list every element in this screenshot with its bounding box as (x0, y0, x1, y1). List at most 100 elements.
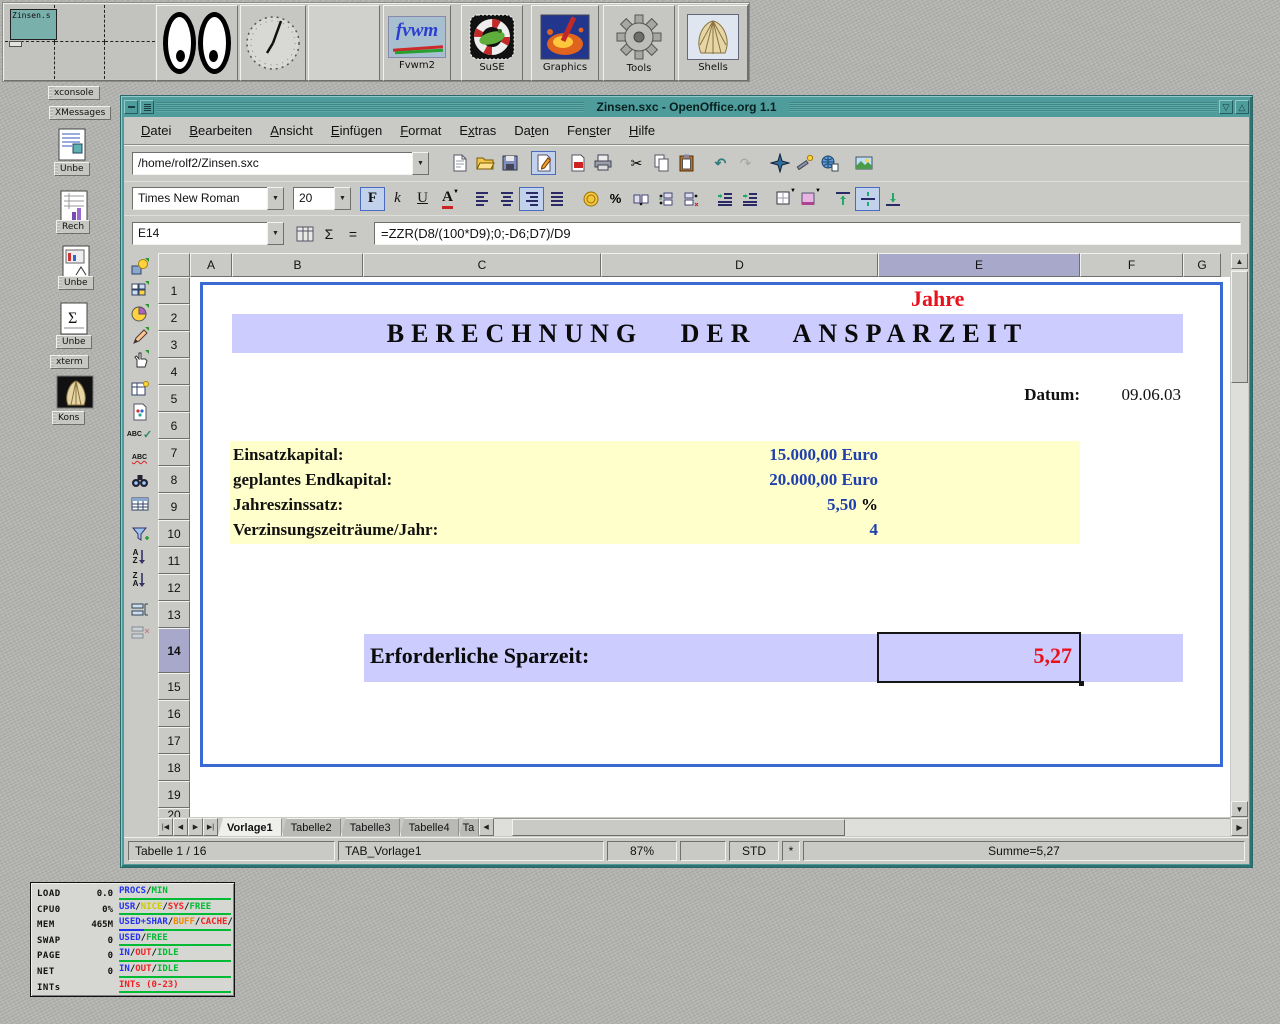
horizontal-scroll-thumb[interactable] (512, 819, 845, 836)
pager-desk-2[interactable] (55, 5, 105, 42)
next-sheet-button[interactable]: ▶ (188, 818, 203, 836)
decrease-indent-button[interactable] (712, 187, 737, 211)
font-size-dropdown[interactable]: ▼ (334, 187, 351, 210)
row-header-20[interactable]: 20 (158, 808, 190, 817)
tab-scroll-left-button[interactable]: ◀ (479, 818, 494, 836)
sheet-tab-Tabelle4[interactable]: Tabelle4 (400, 818, 459, 836)
name-box[interactable]: E14 ▼ (132, 222, 284, 245)
row-header-6[interactable]: 6 (158, 412, 190, 439)
row-header-10[interactable]: 10 (158, 520, 190, 547)
open-button[interactable] (472, 151, 497, 175)
sort-descending-button[interactable]: ZA (128, 568, 152, 591)
borders-button[interactable]: ▼ (771, 187, 796, 211)
xconsole-label[interactable]: xconsole (48, 86, 100, 100)
form-controls-button[interactable] (128, 347, 152, 370)
undo-button[interactable]: ↶ (708, 151, 733, 175)
row-header-14[interactable]: 14 (158, 628, 190, 673)
launcher-suse[interactable]: SuSE (461, 5, 523, 81)
titlebar[interactable]: Zinsen.sxc - OpenOffice.org 1.1 ▽ △ (124, 99, 1249, 115)
font-size-field[interactable]: 20 (293, 187, 334, 210)
group-button[interactable] (128, 598, 152, 621)
impress-doc-icon[interactable] (62, 245, 92, 279)
maximize-button[interactable]: △ (1235, 100, 1249, 114)
navigator-button[interactable] (767, 151, 792, 175)
font-color-button[interactable]: A▼ (435, 187, 460, 211)
delete-decimal-button[interactable] (678, 187, 703, 211)
result-unit-cell[interactable]: Jahre (911, 286, 964, 312)
konsole-label[interactable]: Kons (52, 411, 85, 425)
themes-button[interactable] (128, 400, 152, 423)
selection-handle[interactable] (1079, 681, 1084, 686)
ungroup-button[interactable] (128, 621, 152, 644)
vertical-scroll-thumb[interactable] (1231, 271, 1248, 383)
number-format-standard-button[interactable] (628, 187, 653, 211)
column-header-A[interactable]: A (190, 253, 232, 277)
pager-desk-5[interactable] (55, 42, 105, 79)
row-header-13[interactable]: 13 (158, 601, 190, 628)
paste-button[interactable] (674, 151, 699, 175)
align-middle-button[interactable] (855, 187, 880, 211)
status-cell-2[interactable]: 87% (607, 841, 677, 861)
sum-button[interactable]: Σ (317, 223, 341, 245)
row-header-7[interactable]: 7 (158, 439, 190, 466)
last-sheet-button[interactable]: ▶| (203, 818, 218, 836)
menu-format[interactable]: Format (391, 120, 450, 141)
row-header-12[interactable]: 12 (158, 574, 190, 601)
draw-functions-button[interactable] (128, 324, 152, 347)
row-header-4[interactable]: 4 (158, 358, 190, 385)
first-sheet-button[interactable]: |◀ (158, 818, 173, 836)
save-button[interactable] (497, 151, 522, 175)
cut-button[interactable]: ✂ (624, 151, 649, 175)
menu-fenster[interactable]: Fenster (558, 120, 620, 141)
column-header-D[interactable]: D (601, 253, 878, 277)
underline-button[interactable]: U (410, 187, 435, 211)
file-url-field[interactable]: /home/rolf2/Zinsen.sxc (132, 152, 412, 175)
sheet-tab-Ta[interactable]: Ta (459, 818, 479, 836)
writer-doc-icon[interactable] (58, 128, 88, 162)
row-header-1[interactable]: 1 (158, 277, 190, 304)
row-header-16[interactable]: 16 (158, 700, 190, 727)
status-cell-3[interactable] (680, 841, 726, 861)
prev-sheet-button[interactable]: ◀ (173, 818, 188, 836)
calc-doc-label[interactable]: Rech (56, 220, 90, 234)
number-format-percent-button[interactable]: % (603, 187, 628, 211)
justify-button[interactable] (544, 187, 569, 211)
add-decimal-button[interactable] (653, 187, 678, 211)
spellcheck-button[interactable]: ABC✓ (128, 423, 152, 446)
align-right-button[interactable] (519, 187, 544, 211)
konsole-icon[interactable] (56, 375, 94, 409)
xterm-label[interactable]: xterm (50, 355, 89, 369)
insert-object-button[interactable] (128, 301, 152, 324)
row-header-9[interactable]: 9 (158, 493, 190, 520)
print-button[interactable] (590, 151, 615, 175)
launcher-fvwm2[interactable]: fvwm Fvwm2 (383, 5, 451, 81)
stylist-button[interactable] (792, 151, 817, 175)
cell-reference-field[interactable]: E14 (132, 222, 267, 245)
window-sticky-button[interactable] (140, 100, 154, 114)
input-row-0[interactable]: Einsatzkapital:15.000,00 Euro (230, 444, 1080, 469)
align-bottom-button[interactable] (880, 187, 905, 211)
writer-doc-label[interactable]: Unbe (54, 162, 90, 176)
sheet-tab-Tabelle2[interactable]: Tabelle2 (282, 818, 341, 836)
font-size-combo[interactable]: 20 ▼ (293, 187, 351, 210)
menu-daten[interactable]: Daten (505, 120, 558, 141)
launcher-tools[interactable]: Tools (603, 5, 675, 81)
row-header-5[interactable]: 5 (158, 385, 190, 412)
function-button[interactable]: = (341, 223, 365, 245)
scroll-up-button[interactable]: ▲ (1231, 253, 1248, 269)
autoformat-button[interactable] (128, 377, 152, 400)
input-area[interactable]: Einsatzkapital:15.000,00 Eurogeplantes E… (230, 441, 1080, 544)
function-wizard-button[interactable] (293, 223, 317, 245)
row-header-19[interactable]: 19 (158, 781, 190, 808)
status-cell-5[interactable]: * (782, 841, 800, 861)
datum-value-cell[interactable]: 09.06.03 (981, 385, 1181, 405)
column-header-E[interactable]: E (878, 253, 1080, 277)
font-name-combo[interactable]: Times New Roman ▼ (132, 187, 284, 210)
row-header-17[interactable]: 17 (158, 727, 190, 754)
formula-input[interactable]: =ZZR(D8/(100*D9);0;-D6;D7)/D9 (374, 222, 1241, 245)
math-doc-label[interactable]: Unbe (56, 335, 92, 349)
export-pdf-button[interactable] (565, 151, 590, 175)
pager-mini-window[interactable]: Zinsen.s (10, 9, 57, 40)
pager-desk-1[interactable]: Zinsen.s (5, 5, 55, 42)
italic-button[interactable]: k (385, 187, 410, 211)
